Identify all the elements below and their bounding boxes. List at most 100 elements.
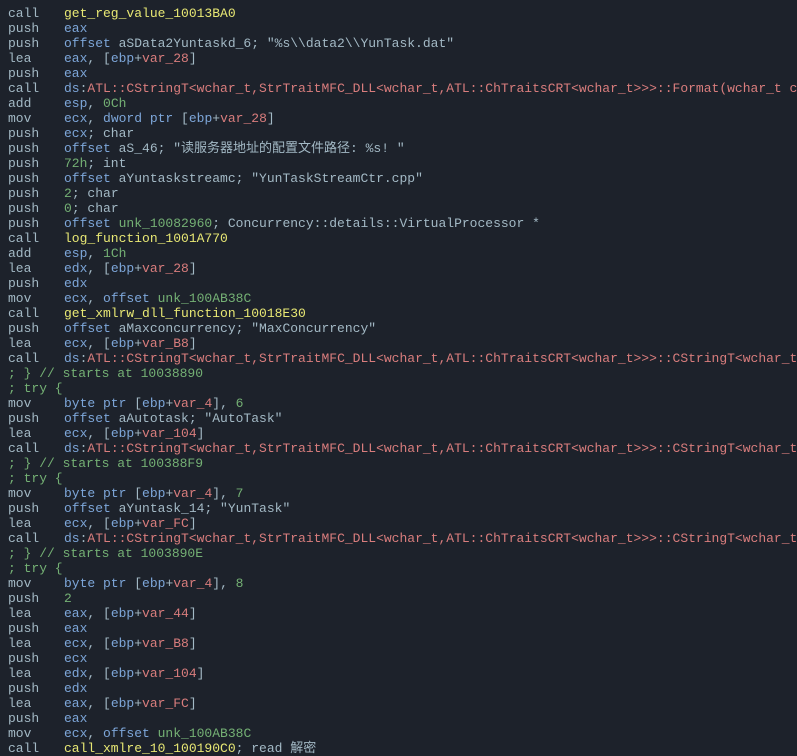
mnemonic: add (8, 96, 64, 111)
asm-line[interactable]: callds:ATL::CStringT<wchar_t,StrTraitMFC… (8, 531, 789, 546)
asm-line[interactable]: pushoffset aS_46 ; "读服务器地址的配置文件路径: %s! " (8, 141, 789, 156)
mnemonic: push (8, 171, 64, 186)
operand-token: ], (212, 486, 235, 501)
comment: ; char (72, 201, 119, 216)
asm-line[interactable]: callds:ATL::CStringT<wchar_t,StrTraitMFC… (8, 81, 789, 96)
asm-line[interactable]: movbyte ptr [ebp+var_4], 8 (8, 576, 789, 591)
operand-token: 8 (236, 576, 244, 591)
asm-line[interactable]: addesp, 1Ch (8, 246, 789, 261)
operands: edx (64, 276, 87, 291)
asm-line[interactable]: ; } // starts at 10038890 (8, 366, 789, 381)
mnemonic: call (8, 81, 64, 96)
asm-line[interactable]: pusheax (8, 21, 789, 36)
mnemonic: push (8, 156, 64, 171)
asm-line[interactable]: ; try { (8, 471, 789, 486)
asm-line[interactable]: pusheax (8, 66, 789, 81)
operand-token: ebp (111, 261, 134, 276)
asm-line[interactable]: calllog_function_1001A770 (8, 231, 789, 246)
operand-token: [ (134, 396, 142, 411)
comment: ; char (72, 186, 119, 201)
asm-line[interactable]: pushoffset unk_10082960 ; Concurrency::d… (8, 216, 789, 231)
asm-line[interactable]: push2 (8, 591, 789, 606)
asm-line[interactable]: pushoffset aSData2Yuntaskd_6 ; "%s\\data… (8, 36, 789, 51)
operand-token: ecx (64, 426, 87, 441)
asm-line[interactable]: callds:ATL::CStringT<wchar_t,StrTraitMFC… (8, 441, 789, 456)
asm-line[interactable]: leaedx, [ebp+var_28] (8, 261, 789, 276)
asm-line[interactable]: addesp, 0Ch (8, 96, 789, 111)
operand-token: var_4 (173, 396, 212, 411)
operands: 2 (64, 591, 72, 606)
operand-token: var_FC (142, 696, 189, 711)
operand-token: , [ (87, 426, 110, 441)
asm-line[interactable]: pushedx (8, 681, 789, 696)
asm-line[interactable]: pusheax (8, 711, 789, 726)
asm-line[interactable]: ; try { (8, 561, 789, 576)
mnemonic: push (8, 21, 64, 36)
operands: offset aYuntask_14 (64, 501, 204, 516)
operand-token: ebp (111, 696, 134, 711)
operand-token: eax (64, 621, 87, 636)
asm-line[interactable]: ; } // starts at 100388F9 (8, 456, 789, 471)
asm-line[interactable]: pushoffset aYuntask_14 ; "YunTask" (8, 501, 789, 516)
operand-token: ] (189, 516, 197, 531)
mnemonic: mov (8, 576, 64, 591)
asm-line[interactable]: leaecx, [ebp+var_B8] (8, 636, 789, 651)
asm-line[interactable]: movecx, offset unk_100AB38C (8, 291, 789, 306)
operand-token: ATL::CStringT<wchar_t,StrTraitMFC_DLL<wc… (87, 531, 797, 546)
asm-line[interactable]: pusheax (8, 621, 789, 636)
operand-token: ds (64, 81, 80, 96)
mnemonic: push (8, 216, 64, 231)
operand-token: 0 (64, 201, 72, 216)
asm-line[interactable]: leaeax, [ebp+var_44] (8, 606, 789, 621)
asm-line[interactable]: leaecx, [ebp+var_104] (8, 426, 789, 441)
asm-line[interactable]: push72h ; int (8, 156, 789, 171)
asm-line[interactable]: leaecx, [ebp+var_FC] (8, 516, 789, 531)
asm-line[interactable]: push2 ; char (8, 186, 789, 201)
operand-token: [ (181, 111, 189, 126)
operand-token: var_4 (173, 486, 212, 501)
asm-line[interactable]: callds:ATL::CStringT<wchar_t,StrTraitMFC… (8, 351, 789, 366)
comment: ; char (87, 126, 134, 141)
mnemonic: call (8, 531, 64, 546)
asm-line[interactable]: ; } // starts at 1003890E (8, 546, 789, 561)
operand-token: get_reg_value_10013BA0 (64, 6, 236, 21)
operand-token: + (134, 261, 142, 276)
operands: eax (64, 66, 87, 81)
asm-line[interactable]: movecx, offset unk_100AB38C (8, 726, 789, 741)
asm-line[interactable]: push0 ; char (8, 201, 789, 216)
operand-token: edx (64, 261, 87, 276)
asm-line[interactable]: callcall_xmlre_10_100190C0 ; read 解密 (8, 741, 789, 756)
asm-line[interactable]: leaedx, [ebp+var_104] (8, 666, 789, 681)
asm-line[interactable]: pushoffset aAutotask ; "AutoTask" (8, 411, 789, 426)
asm-line[interactable]: leaeax, [ebp+var_28] (8, 51, 789, 66)
asm-line[interactable]: callget_xmlrw_dll_function_10018E30 (8, 306, 789, 321)
operand-token: ebp (111, 336, 134, 351)
operand-token: eax (64, 21, 87, 36)
operand-token: var_B8 (142, 636, 189, 651)
asm-line[interactable]: pushecx ; char (8, 126, 789, 141)
operand-token: ecx (64, 126, 87, 141)
operand-token: byte ptr (64, 486, 134, 501)
asm-line[interactable]: movecx, dword ptr [ebp+var_28] (8, 111, 789, 126)
asm-line[interactable]: movbyte ptr [ebp+var_4], 7 (8, 486, 789, 501)
asm-line[interactable]: leaecx, [ebp+var_B8] (8, 336, 789, 351)
mnemonic: lea (8, 516, 64, 531)
asm-line[interactable]: movbyte ptr [ebp+var_4], 6 (8, 396, 789, 411)
asm-line[interactable]: pushoffset aMaxconcurrency ; "MaxConcurr… (8, 321, 789, 336)
asm-line[interactable]: leaeax, [ebp+var_FC] (8, 696, 789, 711)
operand-token: + (134, 636, 142, 651)
operands: ecx (64, 651, 87, 666)
operand-token: + (134, 696, 142, 711)
operand-token: offset (64, 141, 119, 156)
asm-line[interactable]: pushedx (8, 276, 789, 291)
try-start-comment: ; try { (8, 381, 63, 396)
operand-token: unk_100AB38C (158, 726, 252, 741)
asm-line[interactable]: callget_reg_value_10013BA0 (8, 6, 789, 21)
operand-token: ] (189, 336, 197, 351)
operands: edx, [ebp+var_28] (64, 261, 197, 276)
asm-line[interactable]: pushoffset aYuntaskstreamc ; "YunTaskStr… (8, 171, 789, 186)
operands: eax (64, 21, 87, 36)
asm-line[interactable]: ; try { (8, 381, 789, 396)
asm-line[interactable]: pushecx (8, 651, 789, 666)
mnemonic: lea (8, 636, 64, 651)
